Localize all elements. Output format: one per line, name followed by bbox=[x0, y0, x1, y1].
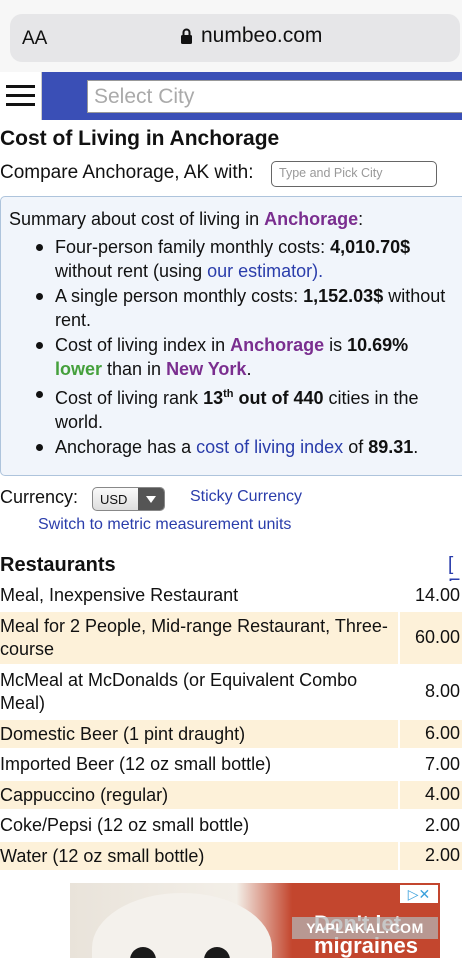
cost-rank-item: Cost of living rank 13th out of 440 citi… bbox=[9, 382, 462, 435]
table-row: Meal, Inexpensive Restaurant 14.00 bbox=[0, 581, 462, 610]
lock-icon bbox=[181, 28, 192, 44]
row-value: 7.00 bbox=[398, 750, 462, 779]
price-table: Meal, Inexpensive Restaurant 14.00 Meal … bbox=[0, 581, 462, 872]
metric-units-link[interactable]: Switch to metric measurement units bbox=[38, 516, 291, 534]
summary-box: Summary about cost of living in Anchorag… bbox=[0, 196, 462, 476]
row-value: 2.00 bbox=[398, 841, 462, 870]
reader-settings-button[interactable]: AA bbox=[22, 28, 47, 50]
cost-index-item: Cost of living index in Anchorage is 10.… bbox=[9, 333, 462, 382]
cost-index-link[interactable]: cost of living index bbox=[196, 437, 343, 457]
row-value: 2.00 bbox=[398, 811, 462, 840]
row-value: 60.00 bbox=[398, 611, 462, 664]
row-item: Domestic Beer (1 pint draught) bbox=[0, 719, 398, 748]
estimator-link[interactable]: our estimator bbox=[207, 261, 312, 281]
table-row: Meal for 2 People, Mid-range Restaurant,… bbox=[0, 611, 462, 664]
browser-address-bar: AA numbeo.com bbox=[0, 0, 462, 72]
row-item: Meal, Inexpensive Restaurant bbox=[0, 581, 398, 610]
row-item: Imported Beer (12 oz small bottle) bbox=[0, 750, 398, 779]
currency-label: Currency: bbox=[0, 487, 79, 507]
sticky-currency-link[interactable]: Sticky Currency bbox=[190, 488, 302, 506]
single-cost-item: A single person monthly costs: 1,152.03$… bbox=[9, 284, 462, 333]
row-item: Water (12 oz small bottle) bbox=[0, 841, 398, 870]
chevron-down-icon bbox=[138, 488, 164, 510]
row-value: 8.00 bbox=[398, 665, 462, 718]
table-row: Domestic Beer (1 pint draught) 6.00 bbox=[0, 719, 462, 748]
compare-city-input[interactable]: Type and Pick City bbox=[271, 161, 437, 187]
row-value: 6.00 bbox=[398, 719, 462, 748]
table-row: McMeal at McDonalds (or Equivalent Combo… bbox=[0, 665, 462, 718]
row-item: Coke/Pepsi (12 oz small bottle) bbox=[0, 811, 398, 840]
page-title: Cost of Living in Anchorage bbox=[0, 127, 280, 150]
compare-label: Compare Anchorage, AK with: bbox=[0, 162, 254, 183]
row-item: Cappuccino (regular) bbox=[0, 780, 398, 809]
table-row: Coke/Pepsi (12 oz small bottle) 2.00 bbox=[0, 811, 462, 840]
family-cost-item: Four-person family monthly costs: 4,010.… bbox=[9, 235, 462, 284]
site-nav: Select City bbox=[0, 72, 462, 120]
row-value: 4.00 bbox=[398, 780, 462, 809]
table-row: Cappuccino (regular) 4.00 bbox=[0, 780, 462, 809]
section-title-restaurants: Restaurants bbox=[0, 554, 116, 576]
menu-icon[interactable] bbox=[0, 72, 42, 120]
currency-select[interactable]: USD bbox=[92, 487, 165, 511]
select-city-input[interactable]: Select City bbox=[87, 80, 462, 113]
cost-index-value-item: Anchorage has a cost of living index of … bbox=[9, 435, 462, 460]
row-item: Meal for 2 People, Mid-range Restaurant,… bbox=[0, 611, 398, 664]
url-text[interactable]: numbeo.com bbox=[201, 24, 322, 48]
table-row: Imported Beer (12 oz small bottle) 7.00 bbox=[0, 750, 462, 779]
city-name: Anchorage bbox=[264, 209, 359, 229]
row-item: McMeal at McDonalds (or Equivalent Combo… bbox=[0, 665, 398, 718]
summary-heading: Summary about cost of living in Anchorag… bbox=[9, 209, 364, 229]
table-row: Water (12 oz small bottle) 2.00 bbox=[0, 841, 462, 870]
dog-image bbox=[92, 893, 272, 958]
ad-close-icon[interactable]: ▷✕ bbox=[400, 885, 438, 903]
row-value: 14.00 bbox=[398, 581, 462, 610]
watermark: YAPLAKAL.COM bbox=[292, 917, 438, 939]
